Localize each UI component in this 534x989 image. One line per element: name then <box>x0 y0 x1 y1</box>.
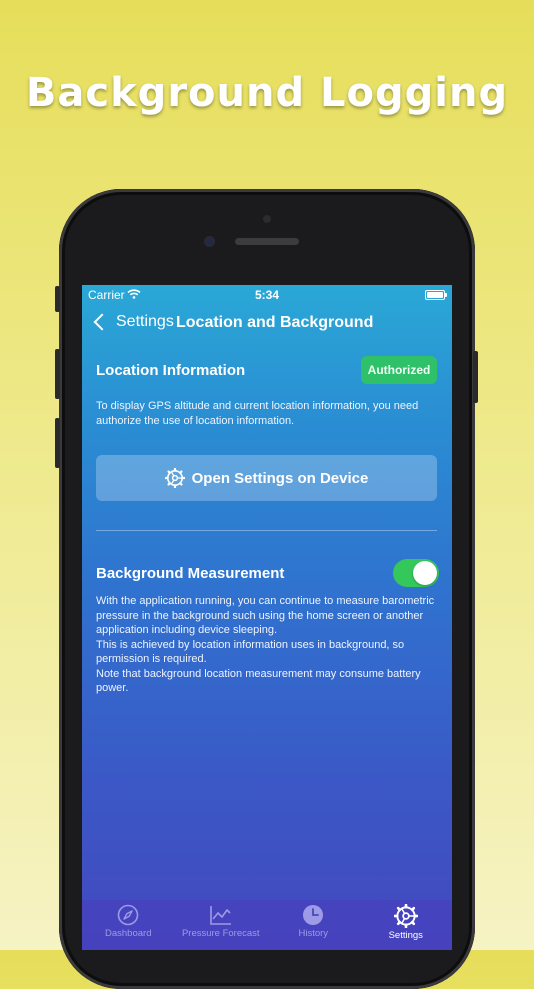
battery-icon <box>425 290 447 300</box>
back-button[interactable]: Settings <box>92 313 174 331</box>
tab-pressure-forecast[interactable]: Pressure Forecast <box>175 900 268 950</box>
back-label: Settings <box>116 313 174 330</box>
power-button <box>473 351 478 403</box>
tab-label: History <box>298 928 329 939</box>
silent-switch <box>55 286 60 312</box>
background-section-heading: Background Measurement <box>96 565 285 582</box>
chevron-left-icon <box>93 313 111 331</box>
tab-bar: Dashboard Pressure Forecast History Sett… <box>82 900 452 950</box>
section-divider <box>96 530 437 531</box>
app-screen: Carrier 5:34 Settings Location and Backg… <box>82 285 452 950</box>
open-settings-label: Open Settings on Device <box>191 469 369 487</box>
tab-label: Pressure Forecast <box>181 928 260 939</box>
volume-down-button <box>55 418 60 468</box>
toggle-knob <box>413 561 437 585</box>
location-section-heading: Location Information <box>96 362 246 379</box>
front-camera <box>204 236 215 247</box>
tab-settings[interactable]: Settings <box>360 900 453 950</box>
compass-icon <box>117 904 139 926</box>
tab-label: Settings <box>388 930 423 941</box>
gear-icon <box>164 468 185 488</box>
clock-icon <box>303 905 324 925</box>
promo-title: Background Logging <box>25 70 509 116</box>
authorized-badge: Authorized <box>361 356 437 384</box>
background-description: With the application running, you can co… <box>96 595 435 694</box>
gear-icon <box>393 904 418 928</box>
background-measurement-toggle[interactable] <box>393 559 439 587</box>
open-settings-button[interactable]: Open Settings on Device <box>96 455 437 501</box>
clock-time: 5:34 <box>254 288 280 302</box>
tab-dashboard[interactable]: Dashboard <box>82 900 175 950</box>
location-description: To display GPS altitude and current loca… <box>96 400 419 427</box>
proximity-sensor <box>263 215 271 223</box>
tab-label: Dashboard <box>105 928 152 939</box>
earpiece-speaker <box>235 238 299 245</box>
navigation-bar: Settings Location and Background <box>82 310 452 338</box>
chart-icon <box>209 906 231 925</box>
status-bar: Carrier 5:34 <box>82 285 452 305</box>
page-title: Location and Background <box>176 314 374 331</box>
volume-up-button <box>55 349 60 399</box>
tab-history[interactable]: History <box>267 900 360 950</box>
